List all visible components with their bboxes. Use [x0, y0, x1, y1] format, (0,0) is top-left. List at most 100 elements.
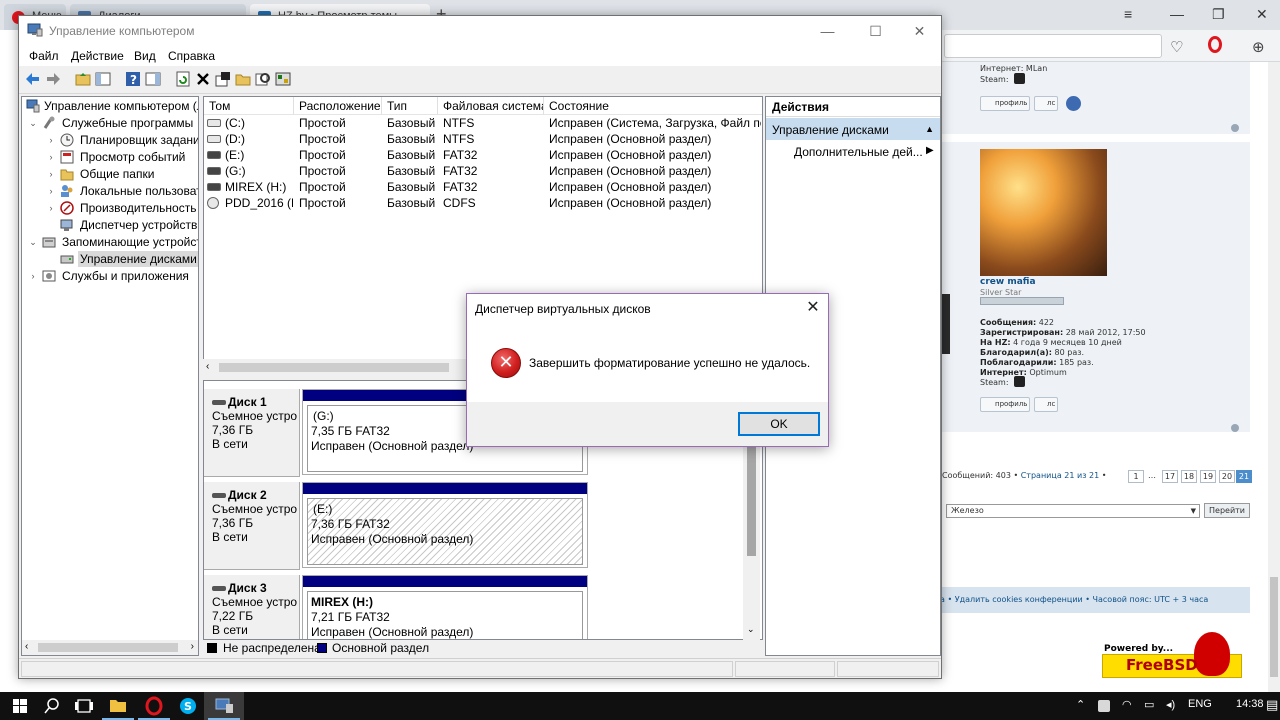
- scroll-right-icon[interactable]: ›: [191, 641, 194, 652]
- icq-icon[interactable]: [1066, 96, 1081, 111]
- pm-button[interactable]: лс: [1034, 397, 1058, 412]
- address-input[interactable]: [944, 34, 1162, 58]
- open-folder-icon[interactable]: [235, 71, 251, 87]
- expand-arrow-icon[interactable]: ›: [46, 183, 56, 199]
- browser-menu-icon[interactable]: ≡: [1124, 6, 1132, 22]
- scroll-left-icon[interactable]: ‹: [206, 361, 209, 372]
- opera-logo-icon[interactable]: [1208, 36, 1222, 53]
- volume-row[interactable]: (D:) Простой Базовый NTFS Исправен (Осно…: [204, 131, 762, 147]
- disk-3-partition[interactable]: MIREX (H:) 7,21 ГБ FAT32 Исправен (Основ…: [302, 575, 588, 639]
- delete-icon[interactable]: [195, 71, 211, 87]
- menu-view[interactable]: Вид: [134, 49, 156, 63]
- footer-links-text[interactable]: а • Удалить cookies конференции • Часово…: [940, 595, 1208, 604]
- up-folder-icon[interactable]: [75, 71, 91, 87]
- expand-arrow-icon[interactable]: ›: [28, 268, 38, 284]
- input-language[interactable]: ENG: [1188, 698, 1212, 710]
- profile-button[interactable]: профиль: [980, 397, 1030, 412]
- help-icon[interactable]: ?: [125, 71, 141, 87]
- maximize-button[interactable]: ☐: [853, 16, 898, 46]
- jump-go-button[interactable]: Перейти: [1204, 503, 1250, 518]
- scroll-top-icon[interactable]: [1231, 424, 1239, 432]
- tree-node-performance[interactable]: › Производительность: [22, 200, 198, 216]
- disk-properties-icon[interactable]: [275, 71, 291, 87]
- notifications-icon[interactable]: ▤: [1266, 697, 1278, 713]
- tray-app-icon[interactable]: [1098, 700, 1110, 712]
- browser-minimize-icon[interactable]: —: [1170, 6, 1184, 22]
- clock[interactable]: 14:38: [1236, 698, 1264, 710]
- page-link[interactable]: 20: [1219, 470, 1235, 483]
- minimize-button[interactable]: —: [805, 16, 850, 46]
- expand-arrow-icon[interactable]: ›: [46, 132, 56, 148]
- disk-1-label[interactable]: Диск 1 Съемное устро 7,36 ГБ В сети: [204, 389, 300, 477]
- tree-node-local-users[interactable]: › Локальные пользовате: [22, 183, 199, 199]
- properties-icon[interactable]: [215, 71, 231, 87]
- column-header-type[interactable]: Тип: [382, 97, 438, 115]
- search-icon[interactable]: [255, 71, 271, 87]
- tree-node-device-manager[interactable]: Диспетчер устройств: [22, 217, 198, 233]
- tray-expand-icon[interactable]: ⌃: [1076, 698, 1085, 711]
- ok-button[interactable]: OK: [738, 412, 820, 436]
- disk-2-label[interactable]: Диск 2 Съемное устро 7,36 ГБ В сети: [204, 482, 300, 570]
- browser-scrollbar[interactable]: [1268, 62, 1280, 692]
- post-username[interactable]: crew mafia: [980, 277, 1036, 287]
- volume-row[interactable]: PDD_2016 (F:) Простой Базовый CDFS Испра…: [204, 195, 762, 211]
- page-link[interactable]: 1: [1128, 470, 1144, 483]
- column-header-status[interactable]: Состояние: [544, 97, 762, 115]
- column-header-layout[interactable]: Расположение: [294, 97, 382, 115]
- collapse-up-icon[interactable]: ▲: [925, 124, 934, 134]
- show-hide-action-pane-icon[interactable]: [145, 71, 161, 87]
- collapse-arrow-icon[interactable]: ⌄: [28, 115, 38, 131]
- tree-node-services[interactable]: › Службы и приложения: [22, 268, 198, 284]
- heart-icon[interactable]: ♡: [1170, 38, 1183, 56]
- menu-file[interactable]: Файл: [29, 49, 59, 63]
- collapse-arrow-icon[interactable]: ⌄: [28, 234, 38, 250]
- refresh-icon[interactable]: [175, 71, 191, 87]
- volume-row[interactable]: (G:) Простой Базовый FAT32 Исправен (Осн…: [204, 163, 762, 179]
- dialog-close-icon[interactable]: ✕: [803, 299, 823, 319]
- jump-to-forum-select[interactable]: Железо ▼: [946, 504, 1200, 518]
- scroll-left-icon[interactable]: ‹: [25, 641, 28, 652]
- tree-node-system-tools[interactable]: ⌄ Служебные программы: [22, 115, 198, 131]
- column-header-filesystem[interactable]: Файловая система: [438, 97, 544, 115]
- page-link[interactable]: 19: [1200, 470, 1216, 483]
- back-arrow-icon[interactable]: [25, 71, 41, 87]
- forward-arrow-icon[interactable]: [45, 71, 61, 87]
- show-hide-tree-icon[interactable]: [95, 71, 111, 87]
- expand-arrow-icon[interactable]: ›: [46, 200, 56, 216]
- menu-help[interactable]: Справка: [168, 49, 215, 63]
- tree-node-disk-management[interactable]: Управление дисками: [22, 251, 198, 267]
- mmc-titlebar[interactable]: Управление компьютером — ☐ ✕: [19, 16, 941, 46]
- browser-maximize-icon[interactable]: ❐: [1212, 6, 1225, 23]
- profile-button[interactable]: профиль: [980, 96, 1030, 111]
- tree-horizontal-scrollbar[interactable]: ‹ ›: [21, 640, 199, 656]
- taskbar-file-explorer[interactable]: [98, 692, 138, 720]
- more-actions-item[interactable]: Дополнительные дей...: [794, 145, 923, 159]
- page-link[interactable]: 17: [1162, 470, 1178, 483]
- freebsd-logo[interactable]: Powered by... FreeBSD: [1102, 632, 1242, 682]
- scroll-top-icon[interactable]: [1231, 124, 1239, 132]
- wifi-icon[interactable]: ◠: [1122, 698, 1132, 711]
- volume-row[interactable]: (E:) Простой Базовый FAT32 Исправен (Осн…: [204, 147, 762, 163]
- tree-node-event-viewer[interactable]: › Просмотр событий: [22, 149, 198, 165]
- tree-node-storage[interactable]: ⌄ Запоминающие устройст: [22, 234, 198, 250]
- taskbar-computer-management[interactable]: [204, 692, 244, 720]
- column-header-volume[interactable]: Том: [204, 97, 294, 115]
- tree-node-shared-folders[interactable]: › Общие папки: [22, 166, 198, 182]
- volume-row[interactable]: (C:) Простой Базовый NTFS Исправен (Сист…: [204, 115, 762, 131]
- pm-button[interactable]: лс: [1034, 96, 1058, 111]
- expand-arrow-icon[interactable]: ›: [46, 166, 56, 182]
- page-link[interactable]: 18: [1181, 470, 1197, 483]
- taskbar-skype[interactable]: S: [168, 692, 208, 720]
- tree-node-task-scheduler[interactable]: › Планировщик заданий: [22, 132, 199, 148]
- disk-3-label[interactable]: Диск 3 Съемное устро 7,22 ГБ В сети: [204, 575, 300, 639]
- battery-icon[interactable]: ▭: [1144, 698, 1154, 711]
- menu-action[interactable]: Действие: [71, 49, 124, 63]
- expand-arrow-icon[interactable]: ›: [46, 149, 56, 165]
- volume-icon[interactable]: ◂): [1166, 698, 1175, 711]
- browser-close-icon[interactable]: ✕: [1256, 6, 1268, 23]
- tree-node-root[interactable]: Управление компьютером (л: [22, 98, 198, 114]
- download-icon[interactable]: ⊕: [1252, 38, 1265, 56]
- close-button[interactable]: ✕: [897, 16, 942, 46]
- volume-row[interactable]: MIREX (H:) Простой Базовый FAT32 Исправе…: [204, 179, 762, 195]
- disk-2-partition[interactable]: (E:) 7,36 ГБ FAT32 Исправен (Основной ра…: [302, 482, 588, 568]
